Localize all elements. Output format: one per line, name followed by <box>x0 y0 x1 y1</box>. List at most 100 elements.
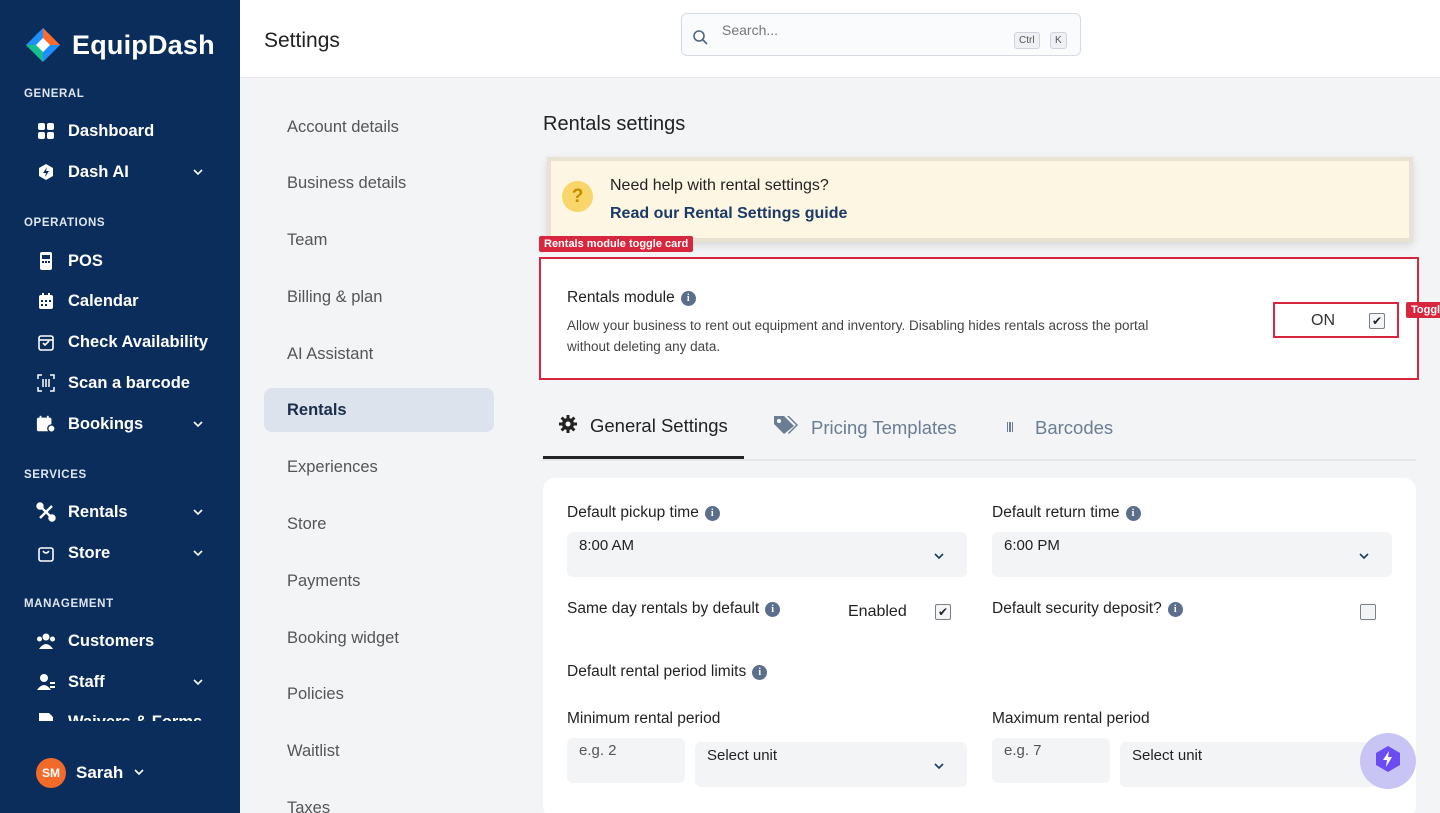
sidebar-item-rentals[interactable]: Rentals <box>36 497 216 527</box>
max-period-placeholder: e.g. 7 <box>1004 742 1042 759</box>
settings-nav-account-details[interactable]: Account details <box>264 105 494 149</box>
shortcut-k: K <box>1050 32 1067 49</box>
staff-icon <box>36 672 56 692</box>
sidebar-item-label: Store <box>68 543 111 562</box>
max-period-input[interactable]: e.g. 7 <box>992 738 1110 783</box>
avatar: SM <box>36 758 66 788</box>
info-icon[interactable]: i <box>765 601 781 617</box>
chevron-down-icon[interactable] <box>192 674 204 693</box>
chevron-down-icon[interactable] <box>192 164 204 183</box>
ai-assistant-fab[interactable] <box>1360 733 1416 789</box>
section-services: SERVICES <box>24 469 87 481</box>
tab-label: Pricing Templates <box>811 416 957 438</box>
settings-nav-team[interactable]: Team <box>264 218 494 262</box>
sidebar-item-label: Waivers & Forms <box>68 713 202 722</box>
sidebar-item-label: POS <box>68 251 103 270</box>
settings-nav-policies[interactable]: Policies <box>264 672 494 716</box>
sidebar-item-calendar[interactable]: Calendar <box>36 286 216 316</box>
sidebar-item-dash-ai[interactable]: Dash AI <box>36 157 216 187</box>
sidebar-item-label: Staff <box>68 672 105 691</box>
max-unit-value: Select unit <box>1132 747 1203 764</box>
section-general: GENERAL <box>24 88 85 100</box>
toggle-checkbox[interactable]: ✔ <box>1369 313 1385 329</box>
tab-barcodes[interactable]: Barcodes <box>1005 396 1113 459</box>
return-time-select[interactable]: 6:00 PM <box>992 532 1392 577</box>
info-icon[interactable]: i <box>1167 601 1183 617</box>
sidebar-item-staff[interactable]: Staff <box>36 667 216 697</box>
chevron-down-icon[interactable] <box>192 504 204 523</box>
sidebar-item-check-availability[interactable]: Check Availability <box>36 327 216 357</box>
deposit-label-row: Default security deposit? i <box>992 600 1183 618</box>
general-settings-form: Default pickup time i 8:00 AM Default re… <box>543 478 1416 813</box>
brand-name: EquipDash <box>72 29 215 60</box>
bookings-calendar-icon <box>36 414 56 434</box>
sidebar-item-waivers[interactable]: Waivers & Forms <box>36 707 216 721</box>
min-unit-select[interactable]: Select unit <box>695 742 967 787</box>
sidebar-item-scan-barcode[interactable]: Scan a barcode <box>36 368 216 398</box>
tab-pricing-templates[interactable]: Pricing Templates <box>773 396 957 459</box>
sidebar-item-label: Calendar <box>68 291 139 310</box>
limits-label-row: Default rental period limits i <box>567 663 768 681</box>
limits-label: Default rental period limits <box>567 663 747 680</box>
settings-nav-store[interactable]: Store <box>264 502 494 546</box>
user-menu[interactable]: SM Sarah <box>36 758 145 788</box>
info-icon[interactable]: i <box>704 505 720 521</box>
grid-icon <box>36 121 56 141</box>
settings-nav-booking-widget[interactable]: Booking widget <box>264 616 494 660</box>
sidebar-item-label: Bookings <box>68 414 144 433</box>
user-name: Sarah <box>76 763 124 782</box>
settings-nav-business-details[interactable]: Business details <box>264 161 494 205</box>
min-unit-value: Select unit <box>707 747 778 764</box>
min-period-input[interactable]: e.g. 2 <box>567 738 685 783</box>
sidebar-item-label: Scan a barcode <box>68 373 190 392</box>
sidebar-scroll-clip: Waivers & Forms <box>0 707 240 721</box>
sidebar-item-store[interactable]: Store <box>36 538 216 568</box>
chevron-down-icon <box>1358 549 1370 566</box>
pickup-label: Default pickup time <box>567 504 699 521</box>
return-label: Default return time <box>992 504 1120 521</box>
chevron-down-icon[interactable] <box>192 545 204 564</box>
sidebar-item-label: Customers <box>68 631 155 650</box>
same-day-label-row: Same day rentals by default i <box>567 600 781 618</box>
sidebar: EquipDash GENERAL Dashboard Dash AI OPER… <box>0 0 240 813</box>
tab-general-settings[interactable]: General Settings <box>543 396 744 459</box>
sidebar-item-bookings[interactable]: Bookings <box>36 409 216 439</box>
settings-nav-billing[interactable]: Billing & plan <box>264 275 494 319</box>
search-input[interactable] <box>722 22 1002 38</box>
settings-nav-taxes[interactable]: Taxes <box>264 786 494 813</box>
info-icon[interactable]: i <box>680 290 696 306</box>
calendar-icon <box>36 291 56 311</box>
rentals-module-toggle[interactable]: ON ✔ <box>1273 302 1399 338</box>
top-bar: Settings Ctrl K <box>240 0 1440 78</box>
shortcut-ctrl: Ctrl <box>1014 32 1040 49</box>
sidebar-item-label: Rentals <box>68 502 128 521</box>
min-period-label: Minimum rental period <box>567 710 721 727</box>
max-unit-select[interactable]: Select unit <box>1120 742 1392 787</box>
info-icon[interactable]: i <box>752 664 768 680</box>
section-management: MANAGEMENT <box>24 598 114 610</box>
settings-nav-ai-assistant[interactable]: AI Assistant <box>264 332 494 376</box>
same-day-checkbox[interactable]: ✔ <box>935 604 951 620</box>
settings-nav-payments[interactable]: Payments <box>264 559 494 603</box>
deposit-checkbox[interactable] <box>1360 604 1376 620</box>
pickup-time-value: 8:00 AM <box>579 537 635 554</box>
settings-nav-experiences[interactable]: Experiences <box>264 445 494 489</box>
ai-hexagon-icon <box>36 162 56 182</box>
min-period-placeholder: e.g. 2 <box>579 742 617 759</box>
shopping-bag-icon <box>36 543 56 563</box>
sidebar-item-customers[interactable]: Customers <box>36 626 216 656</box>
settings-nav-rentals[interactable]: Rentals <box>264 388 494 432</box>
chevron-down-icon[interactable] <box>133 763 145 783</box>
gear-icon <box>558 414 578 439</box>
sidebar-item-dashboard[interactable]: Dashboard <box>36 116 216 146</box>
same-day-status: Enabled <box>848 603 907 620</box>
settings-nav-waitlist[interactable]: Waitlist <box>264 729 494 773</box>
brand[interactable]: EquipDash <box>24 26 215 64</box>
info-icon[interactable]: i <box>1125 505 1141 521</box>
help-guide-link[interactable]: Read our Rental Settings guide <box>610 205 847 223</box>
chevron-down-icon[interactable] <box>192 416 204 435</box>
pickup-time-select[interactable]: 8:00 AM <box>567 532 967 577</box>
search-box[interactable]: Ctrl K <box>681 13 1081 56</box>
sidebar-item-pos[interactable]: POS <box>36 246 216 276</box>
module-description: Allow your business to rent out equipmen… <box>567 318 1149 354</box>
